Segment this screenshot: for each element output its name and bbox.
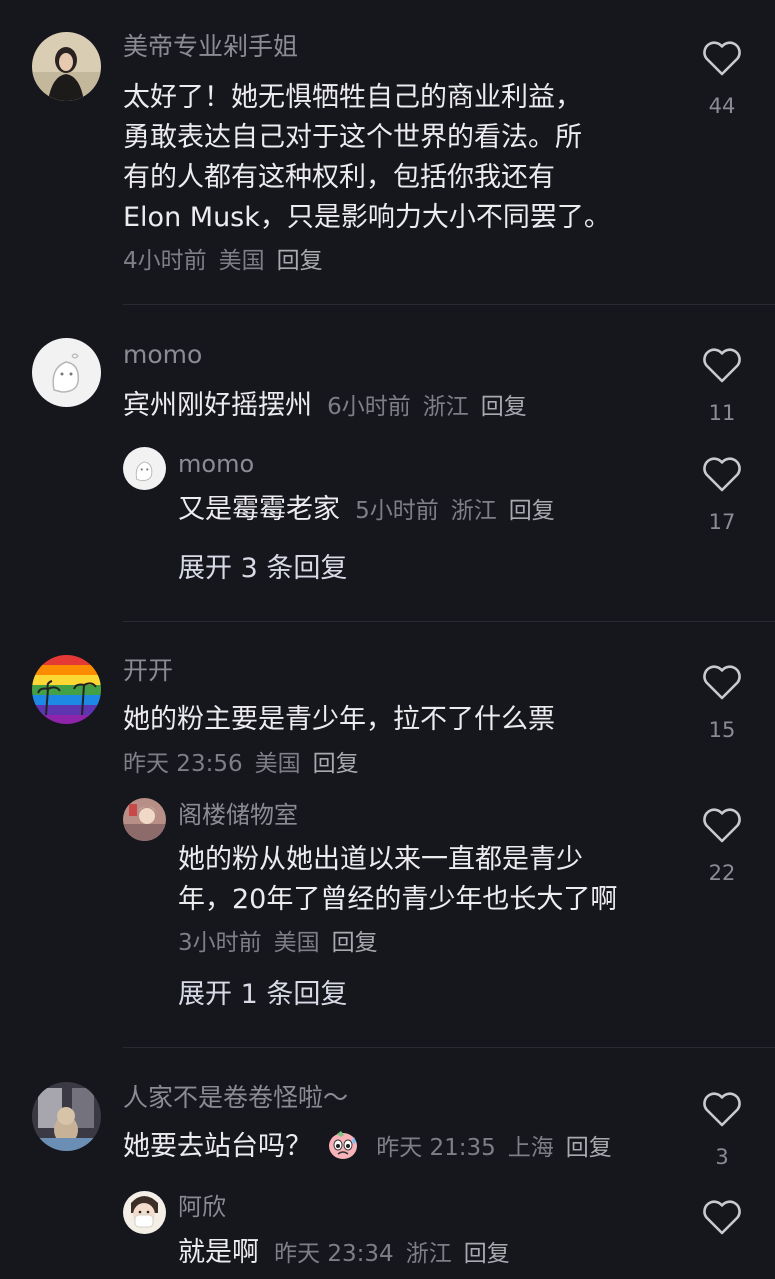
timestamp: 昨天 23:56: [123, 751, 243, 777]
reply-text-row: 就是啊 昨天 23:34 浙江 回复: [178, 1233, 522, 1273]
like-button[interactable]: 15: [694, 664, 750, 742]
timestamp: 昨天 23:34: [274, 1241, 394, 1267]
username[interactable]: 阁楼储物室: [178, 800, 298, 830]
reply-text: 又是霉霉老家: [178, 494, 340, 525]
username[interactable]: 开开: [123, 656, 173, 686]
like-button[interactable]: 44: [694, 40, 750, 118]
avatar[interactable]: [32, 338, 101, 407]
reply-button[interactable]: 回复: [313, 751, 359, 777]
location: 美国: [254, 751, 301, 777]
username[interactable]: momo: [123, 340, 202, 370]
heart-icon: [703, 665, 741, 700]
avatar[interactable]: [32, 655, 101, 724]
comment-text: 她的粉主要是青少年，拉不了什么票: [123, 704, 555, 735]
expand-replies-button[interactable]: 展开 3 条回复: [178, 551, 347, 587]
timestamp: 5小时前: [355, 498, 439, 524]
expand-replies-button[interactable]: 展开 1 条回复: [178, 977, 347, 1013]
comment-text: 她要去站台吗？: [123, 1131, 312, 1162]
location: 浙江: [422, 394, 469, 420]
comment-meta: 昨天 23:56 美国 回复: [123, 744, 371, 778]
like-count: 17: [708, 510, 736, 534]
avatar[interactable]: [32, 32, 101, 101]
reply-text: 就是啊: [178, 1237, 259, 1268]
timestamp: 昨天 21:35: [376, 1135, 496, 1161]
like-button[interactable]: 3: [694, 1091, 750, 1169]
reply-text: 她的粉从她出道以来一直都是青少 年，20年了曾经的青少年也长大了啊: [178, 844, 618, 915]
comment-text: 太好了！她无惧牺牲自己的商业利益， 勇敢表达自己对于这个世界的看法。所 有的人都…: [123, 82, 611, 233]
avatar[interactable]: [32, 1082, 101, 1151]
username[interactable]: momo: [178, 449, 254, 479]
like-button[interactable]: [694, 1199, 750, 1235]
comment-text-row: 宾州刚好摇摆州 6小时前 浙江 回复: [123, 386, 539, 426]
like-count: 44: [708, 94, 736, 118]
like-count: 11: [708, 401, 736, 425]
like-count: 22: [708, 861, 736, 885]
reply-button[interactable]: 回复: [332, 930, 378, 956]
heart-icon: [703, 348, 741, 383]
divider: [123, 621, 775, 622]
location: 浙江: [405, 1241, 452, 1267]
location: 上海: [507, 1135, 554, 1161]
reply-button[interactable]: 回复: [464, 1241, 510, 1267]
heart-icon: [703, 1200, 741, 1235]
divider: [123, 1047, 775, 1048]
like-button[interactable]: 17: [694, 456, 750, 534]
sweat-face-emoji: [327, 1129, 359, 1161]
divider: [123, 304, 775, 305]
like-count: 3: [715, 1145, 729, 1169]
username[interactable]: 人家不是卷卷怪啦～: [123, 1083, 348, 1113]
heart-icon: [703, 457, 741, 492]
avatar[interactable]: [123, 1191, 166, 1234]
location: 美国: [273, 930, 320, 956]
reply-button[interactable]: 回复: [509, 498, 555, 524]
timestamp: 6小时前: [327, 394, 411, 420]
comment-meta: 4小时前 美国 回复: [123, 241, 335, 275]
username[interactable]: 美帝专业剁手姐: [123, 32, 298, 62]
reply-meta: 3小时前 美国 回复: [178, 923, 390, 957]
username[interactable]: 阿欣: [178, 1192, 226, 1222]
timestamp: 3小时前: [178, 930, 262, 956]
like-button[interactable]: 22: [694, 807, 750, 885]
heart-icon: [703, 1092, 741, 1127]
comment-text-row: 她要去站台吗？ 昨天 21:35 上海 回复: [123, 1127, 624, 1167]
reply-text-row: 又是霉霉老家 5小时前 浙江 回复: [178, 490, 567, 530]
heart-icon: [703, 41, 741, 76]
like-button[interactable]: 11: [694, 347, 750, 425]
reply-button[interactable]: 回复: [566, 1135, 612, 1161]
avatar[interactable]: [123, 798, 166, 841]
reply-button[interactable]: 回复: [277, 248, 323, 274]
reply-button[interactable]: 回复: [481, 394, 527, 420]
timestamp: 4小时前: [123, 248, 207, 274]
like-count: 15: [708, 718, 736, 742]
avatar[interactable]: [123, 447, 166, 490]
location: 浙江: [450, 498, 497, 524]
location: 美国: [218, 248, 265, 274]
comment-text: 宾州刚好摇摆州: [123, 390, 312, 421]
heart-icon: [703, 808, 741, 843]
